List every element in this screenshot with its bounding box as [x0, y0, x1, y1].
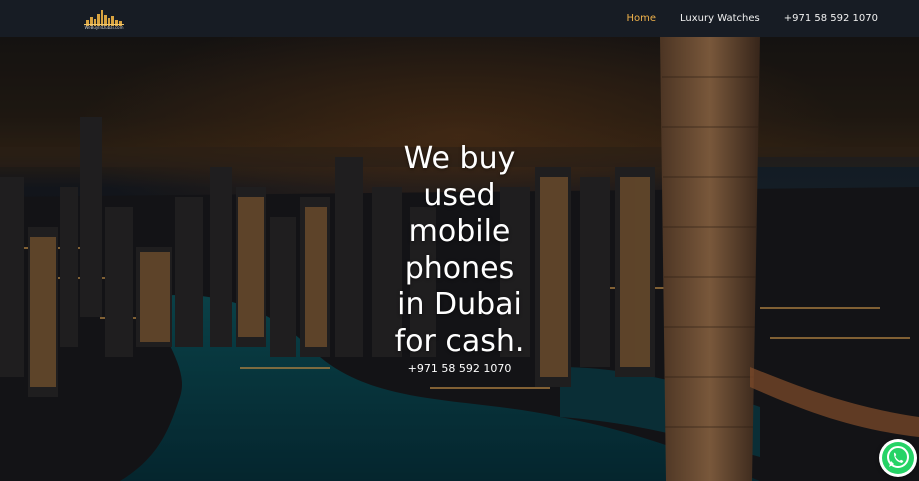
hero-title: We buy used mobile phones in Dubai for c… — [390, 141, 530, 360]
hero-phone-link[interactable]: +971 58 592 1070 — [0, 362, 919, 375]
hero-title-line: for cash. — [394, 323, 525, 359]
nav-phone-link[interactable]: +971 58 592 1070 — [784, 13, 878, 24]
hero-title-line: phones — [404, 250, 515, 286]
nav-luxury-watches-link[interactable]: Luxury Watches — [680, 13, 760, 24]
logo-text: WeBuyInDubai.com — [84, 25, 124, 30]
hero-content: We buy used mobile phones in Dubai for c… — [0, 141, 919, 375]
nav-links: Home Luxury Watches +971 58 592 1070 — [627, 0, 879, 37]
nav-home-link[interactable]: Home — [627, 13, 657, 24]
logo[interactable]: WeBuyInDubai.com — [84, 8, 124, 30]
hero-title-line: mobile — [408, 214, 511, 249]
whatsapp-button[interactable] — [879, 439, 917, 477]
whatsapp-icon — [882, 442, 914, 474]
skyline-logo-icon — [84, 10, 124, 26]
hero-title-line: in Dubai — [397, 287, 522, 322]
hero-title-line: We buy — [403, 141, 516, 176]
hero-title-line: used — [423, 177, 496, 213]
navbar: WeBuyInDubai.com Home Luxury Watches +97… — [0, 0, 919, 37]
hero-section: We buy used mobile phones in Dubai for c… — [0, 37, 919, 481]
